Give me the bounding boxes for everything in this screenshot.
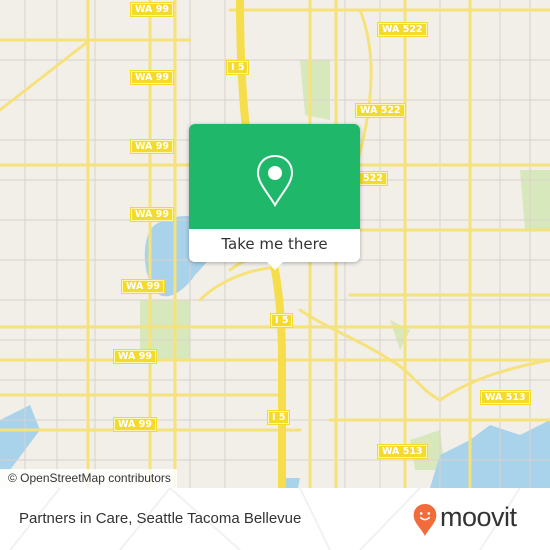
map[interactable]: WA 99 WA 99 WA 99 WA 99 WA 99 WA 99 WA 9… [0,0,550,488]
route-shield-i5: I 5 [267,410,291,425]
route-shield-wa513: WA 513 [480,390,531,405]
moovit-logo-icon[interactable] [412,503,438,537]
moovit-brand-text[interactable]: moovit [440,502,517,533]
take-me-there-button[interactable]: Take me there [189,229,360,262]
route-shield-wa513: WA 513 [377,444,428,459]
place-title: Partners in Care, Seattle Tacoma Bellevu… [19,510,302,527]
route-shield-wa99: WA 99 [121,279,165,294]
park-area [520,170,550,230]
route-shield-wa99: WA 99 [130,70,174,85]
park-area [390,320,410,350]
route-shield-wa522: WA 522 [377,22,428,37]
route-shield-wa99: WA 99 [113,417,157,432]
location-popup: Take me there [189,124,360,270]
route-shield-wa99: WA 99 [130,139,174,154]
map-attribution[interactable]: © OpenStreetMap contributors [0,469,177,488]
route-shield-i5: I 5 [226,60,250,75]
route-shield-wa99: WA 99 [113,349,157,364]
route-shield-wa522: WA 522 [355,103,406,118]
route-shield-wa99: WA 99 [130,2,174,17]
lake-washington [430,420,550,488]
map-pin-icon [256,154,294,207]
route-shield-wa99: WA 99 [130,207,174,222]
park-area [300,60,330,120]
route-shield-wa522: 522 [358,171,388,186]
popup-header [189,124,360,229]
popup-pointer [266,261,284,270]
route-shield-i5: I 5 [270,313,294,328]
